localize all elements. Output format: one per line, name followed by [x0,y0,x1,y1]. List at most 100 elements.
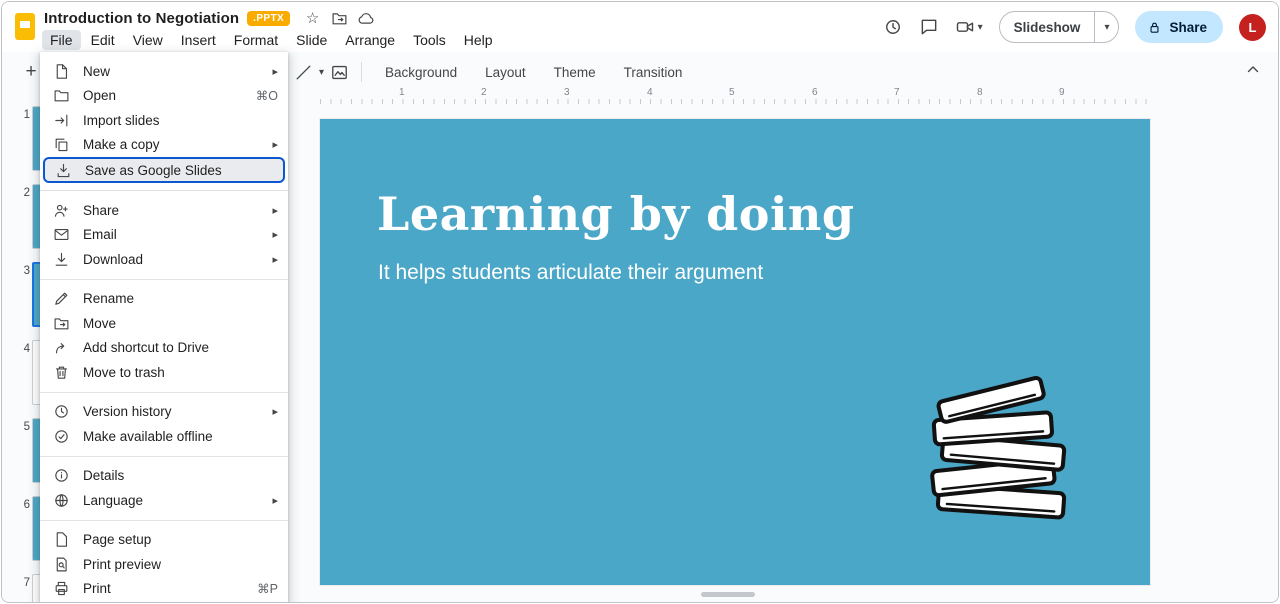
globe-icon [53,492,70,509]
file-menu-section-4: Version history ▸ Make available offline [40,398,288,451]
slideshow-split-button: Slideshow ▾ [999,11,1120,43]
slideshow-options-button[interactable]: ▾ [1094,12,1118,42]
horizontal-scrollbar[interactable] [701,592,755,597]
menu-help[interactable]: Help [456,30,501,50]
menu-item-language[interactable]: Language ▸ [40,488,288,513]
transition-button[interactable]: Transition [613,60,694,85]
slideshow-caret-icon: ▾ [1104,22,1109,33]
slides-logo-icon[interactable] [15,13,35,40]
file-menu-section-1: New ▸ Open ⌘O Import slides Make a copy … [40,57,288,185]
slide-body-text[interactable]: It helps students articulate their argum… [378,261,763,285]
layout-button[interactable]: Layout [474,60,537,85]
meet-camera-group[interactable]: ▾ [955,17,983,37]
menu-divider [40,279,288,280]
shortcut-label: ⌘P [257,581,278,596]
submenu-arrow-icon: ▸ [272,253,278,266]
menu-divider [40,520,288,521]
file-menu-popup: New ▸ Open ⌘O Import slides Make a copy … [40,52,288,603]
lock-icon [1147,20,1162,35]
info-icon [53,467,70,484]
menubar: File Edit View Insert Format Slide Arran… [42,30,501,50]
file-menu-section-3: Rename Move Add shortcut to Drive Move t… [40,285,288,387]
slideshow-button[interactable]: Slideshow [1000,12,1095,42]
slide-number-6: 6 [16,499,30,511]
ruler-mark: 3 [564,87,570,98]
line-tool-caret-icon[interactable]: ▾ [319,67,324,78]
slide-canvas[interactable]: Learning by doing It helps students arti… [320,119,1150,585]
chevron-up-icon [1244,61,1262,79]
menu-item-move-to-trash[interactable]: Move to trash [40,360,288,385]
slide-title-text[interactable]: Learning by doing [377,187,855,241]
slide-number-7: 7 [16,577,30,589]
menu-item-details[interactable]: Details [40,464,288,489]
menu-arrange[interactable]: Arrange [337,30,403,50]
menu-item-make-a-copy[interactable]: Make a copy ▸ [40,133,288,158]
open-folder-icon [53,87,70,104]
menu-insert[interactable]: Insert [173,30,224,50]
file-menu-section-5: Details Language ▸ [40,462,288,515]
new-document-icon [53,63,70,80]
ruler-mark: 4 [647,87,653,98]
menu-item-rename[interactable]: Rename [40,287,288,312]
pptx-badge: .PPTX [247,11,290,26]
slide-number-5: 5 [16,421,30,433]
line-tool-icon[interactable] [294,63,313,82]
star-icon[interactable]: ☆ [304,10,321,27]
menu-item-email[interactable]: Email ▸ [40,223,288,248]
submenu-arrow-icon: ▸ [272,138,278,151]
avatar[interactable]: L [1239,14,1266,41]
download-icon [53,251,70,268]
menu-edit[interactable]: Edit [83,30,123,50]
save-as-google-slides-icon [55,162,72,179]
shortcut-label: ⌘O [256,88,278,103]
menu-item-save-as-google-slides[interactable]: Save as Google Slides [43,157,285,183]
comments-icon[interactable] [919,17,939,37]
add-shortcut-icon [53,339,70,356]
video-camera-icon[interactable] [955,17,975,37]
submenu-arrow-icon: ▸ [272,228,278,241]
print-preview-icon [53,556,70,573]
menu-item-version-history[interactable]: Version history ▸ [40,400,288,425]
menu-item-import-slides[interactable]: Import slides [40,108,288,133]
cloud-status-icon[interactable] [358,10,375,27]
move-folder-icon [53,315,70,332]
share-button[interactable]: Share [1135,11,1223,43]
camera-caret-icon[interactable]: ▾ [978,22,983,33]
menu-item-print[interactable]: Print ⌘P [40,577,288,602]
submenu-arrow-icon: ▸ [272,65,278,78]
menu-item-new[interactable]: New ▸ [40,59,288,84]
theme-button[interactable]: Theme [543,60,607,85]
file-menu-section-6: Page setup Print preview Print ⌘P [40,526,288,604]
menu-item-page-setup[interactable]: Page setup [40,528,288,553]
menu-item-make-available-offline[interactable]: Make available offline [40,424,288,449]
menu-tools[interactable]: Tools [405,30,454,50]
menu-item-download[interactable]: Download ▸ [40,247,288,272]
slide-number-2: 2 [16,187,30,199]
page-setup-icon [53,531,70,548]
slide-number-4: 4 [16,343,30,355]
menu-item-move[interactable]: Move [40,311,288,336]
ruler-mark: 9 [1059,87,1065,98]
document-title[interactable]: Introduction to Negotiation [44,10,239,27]
insert-image-icon[interactable] [330,63,349,82]
background-button[interactable]: Background [374,60,468,85]
books-clipart[interactable] [910,357,1088,527]
menu-item-print-preview[interactable]: Print preview [40,552,288,577]
menu-format[interactable]: Format [226,30,286,50]
trash-icon [53,364,70,381]
collapse-toolbar-button[interactable] [1244,61,1262,84]
move-folder-icon[interactable] [331,10,348,27]
menu-item-add-shortcut-to-drive[interactable]: Add shortcut to Drive [40,336,288,361]
menu-item-open[interactable]: Open ⌘O [40,84,288,109]
menu-file[interactable]: File [42,30,81,50]
rename-pencil-icon [53,290,70,307]
menu-slide[interactable]: Slide [288,30,335,50]
menu-view[interactable]: View [125,30,171,50]
share-button-label: Share [1169,20,1207,35]
version-history-icon [53,403,70,420]
ruler-mark: 1 [399,87,405,98]
slide-number-1: 1 [16,109,30,121]
menu-item-share[interactable]: Share ▸ [40,198,288,223]
version-history-icon[interactable] [883,17,903,37]
email-icon [53,226,70,243]
